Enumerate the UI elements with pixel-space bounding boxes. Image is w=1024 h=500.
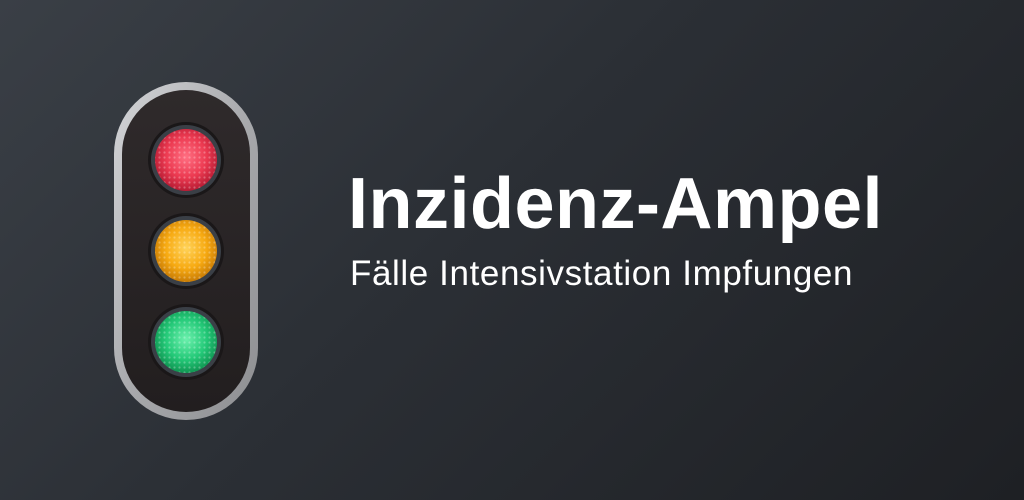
green-light xyxy=(148,304,224,380)
red-light xyxy=(148,122,224,198)
app-banner: Inzidenz-Ampel Fälle Intensivstation Imp… xyxy=(0,0,1024,500)
app-title: Inzidenz-Ampel xyxy=(348,164,884,244)
amber-light xyxy=(148,213,224,289)
traffic-light-icon xyxy=(112,80,260,422)
app-subtitle: Fälle Intensivstation Impfungen xyxy=(350,254,854,293)
